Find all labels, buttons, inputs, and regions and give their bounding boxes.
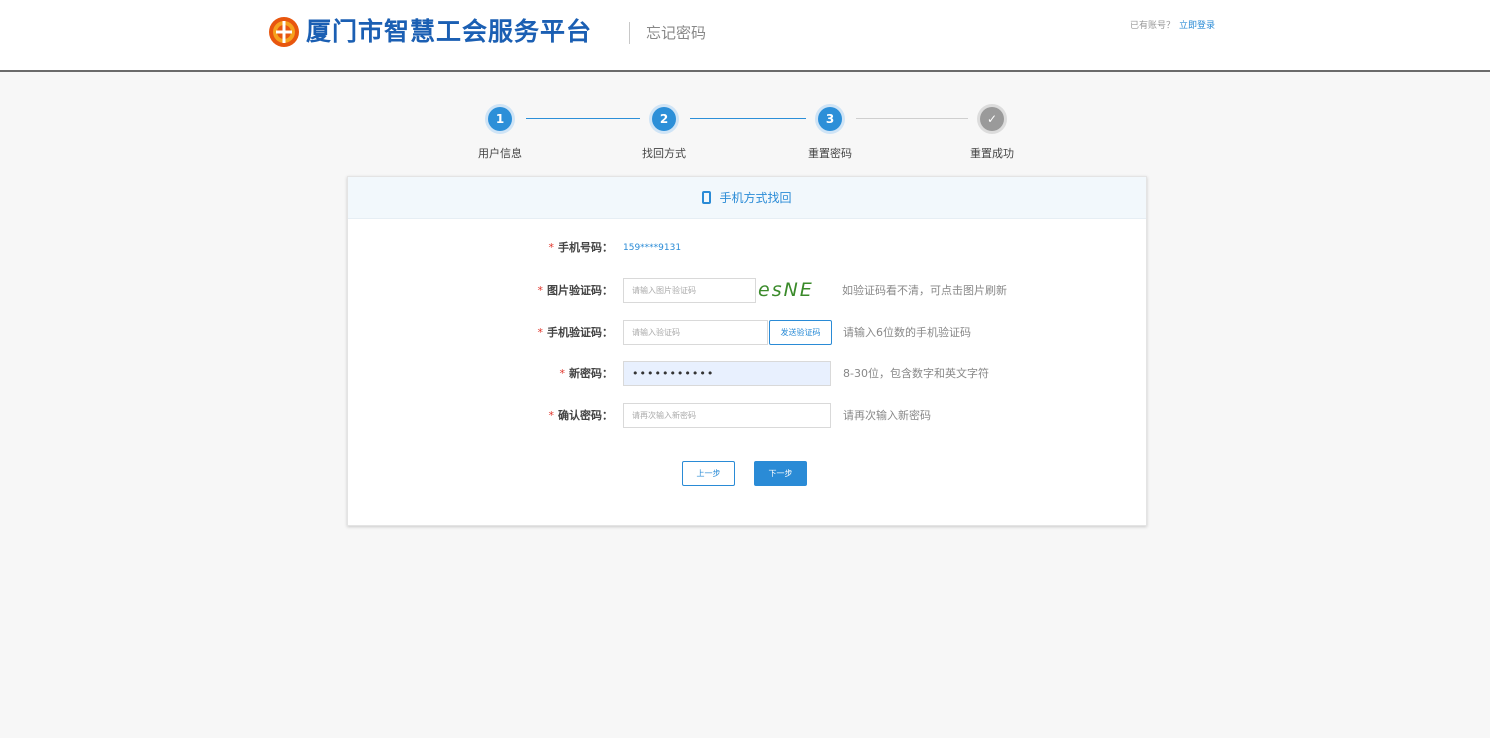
phone-icon <box>702 191 712 204</box>
phone-value: 159****9131 <box>623 243 682 253</box>
required-mark: * <box>548 409 555 422</box>
previous-step-button[interactable]: 上一步 <box>682 461 735 486</box>
login-link[interactable]: 立即登录 <box>1179 21 1215 31</box>
sms-code-label: * 手机验证码： <box>498 320 614 346</box>
sms-code-row: * 手机验证码： 请输入验证码 发送验证码 请输入6位数的手机验证码 <box>348 320 1148 346</box>
confirm-password-input[interactable]: 请再次输入新密码 <box>623 403 831 428</box>
new-password-hint: 8-30位，包含数字和英文字符 <box>843 367 989 380</box>
step-2-label: 找回方式 <box>642 147 686 160</box>
progress-steps: 1 2 3 ✓ 用户信息 找回方式 重置密码 重置成功 <box>0 100 1490 160</box>
new-password-input[interactable]: ••••••••••• <box>623 361 831 386</box>
image-captcha-input[interactable]: 请输入图片验证码 <box>623 278 756 303</box>
login-prompt: 已有账号？ 立即登录 <box>1130 18 1215 31</box>
confirm-password-hint: 请再次输入新密码 <box>843 409 931 422</box>
step-3-circle: 3 <box>818 107 842 131</box>
confirm-password-label: * 确认密码： <box>498 403 614 429</box>
phone-label: * 手机号码： <box>498 235 614 261</box>
new-password-row: * 新密码： ••••••••••• 8-30位，包含数字和英文字符 <box>348 361 1148 387</box>
image-captcha-row: * 图片验证码： 请输入图片验证码 esNE 如验证码看不清，可点击图片刷新 <box>348 278 1148 304</box>
step-connector-1 <box>526 118 640 119</box>
card-title: 手机方式找回 <box>719 191 792 205</box>
new-password-label: * 新密码： <box>498 361 614 387</box>
site-title: 厦门市智慧工会服务平台 <box>306 17 593 46</box>
required-mark: * <box>537 284 544 297</box>
union-logo-icon <box>269 17 299 47</box>
required-mark: * <box>559 367 566 380</box>
phone-label-text: 手机号码： <box>558 241 613 254</box>
step-connector-2 <box>690 118 806 119</box>
sms-code-label-text: 手机验证码： <box>547 326 613 339</box>
step-4-label: 重置成功 <box>970 147 1014 160</box>
required-mark: * <box>537 326 544 339</box>
account-prompt-text: 已有账号？ <box>1130 21 1176 31</box>
confirm-password-label-text: 确认密码： <box>558 409 613 422</box>
header: 厦门市智慧工会服务平台 忘记密码 已有账号？ 立即登录 <box>0 0 1490 72</box>
next-step-button[interactable]: 下一步 <box>754 461 807 486</box>
page-subtitle: 忘记密码 <box>646 24 707 42</box>
sms-code-input[interactable]: 请输入验证码 <box>623 320 768 345</box>
send-code-button[interactable]: 发送验证码 <box>769 320 832 345</box>
new-password-label-text: 新密码： <box>569 367 613 380</box>
required-mark: * <box>548 241 555 254</box>
confirm-password-row: * 确认密码： 请再次输入新密码 请再次输入新密码 <box>348 403 1148 429</box>
sms-code-hint: 请输入6位数的手机验证码 <box>843 326 971 339</box>
card-header: 手机方式找回 <box>348 177 1146 219</box>
checkmark-icon: ✓ <box>980 107 1004 131</box>
recovery-card: 手机方式找回 * 手机号码： 159****9131 * 图片验证码： 请输入图片验… <box>347 176 1147 526</box>
phone-row: * 手机号码： 159****9131 <box>348 235 1148 261</box>
step-1-circle: 1 <box>488 107 512 131</box>
title-divider <box>629 22 630 44</box>
captcha-image[interactable]: esNE <box>758 276 823 304</box>
image-captcha-label-text: 图片验证码： <box>547 284 613 297</box>
image-captcha-label: * 图片验证码： <box>498 278 614 304</box>
step-2-circle: 2 <box>652 107 676 131</box>
step-connector-3 <box>856 118 968 119</box>
step-1-label: 用户信息 <box>478 147 522 160</box>
step-3-label: 重置密码 <box>808 147 852 160</box>
image-captcha-hint: 如验证码看不清，可点击图片刷新 <box>842 284 1007 297</box>
